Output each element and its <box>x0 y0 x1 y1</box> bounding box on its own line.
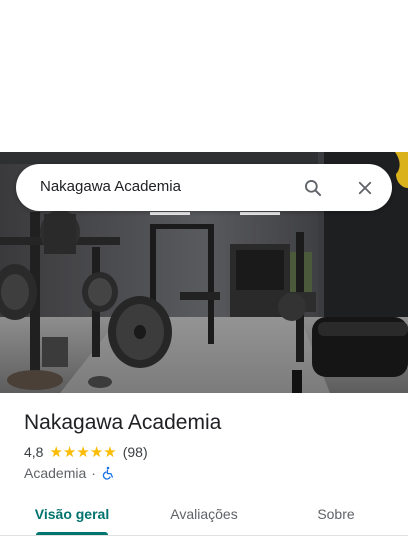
rating-stars: ★ ★ ★ ★ ★ <box>49 445 116 460</box>
rating-value: 4,8 <box>24 444 44 460</box>
search-bar[interactable]: Nakagawa Academia <box>16 164 392 211</box>
tab-overview[interactable]: Visão geral <box>30 492 114 536</box>
rating-row[interactable]: 4,8 ★ ★ ★ ★ ★ (98) <box>24 443 148 461</box>
review-count[interactable]: (98) <box>123 444 148 460</box>
close-icon[interactable] <box>352 175 378 201</box>
tab-reviews[interactable]: Avaliações <box>160 492 248 536</box>
wheelchair-icon <box>101 466 115 480</box>
place-category[interactable]: Academia <box>24 465 86 481</box>
tabs-divider <box>0 535 408 536</box>
category-row: Academia · <box>24 464 115 482</box>
star-icon: ★ <box>89 443 104 461</box>
star-icon: ★ <box>49 443 63 461</box>
star-icon: ★ <box>103 443 117 461</box>
place-tabs: Visão geral Avaliações Sobre <box>0 492 408 536</box>
category-separator: · <box>91 465 96 481</box>
search-query[interactable]: Nakagawa Academia <box>40 178 181 196</box>
star-icon: ★ <box>62 443 77 461</box>
place-title: Nakagawa Academia <box>24 411 222 434</box>
tab-about[interactable]: Sobre <box>300 492 372 536</box>
search-icon[interactable] <box>300 175 326 201</box>
star-icon: ★ <box>76 443 90 461</box>
